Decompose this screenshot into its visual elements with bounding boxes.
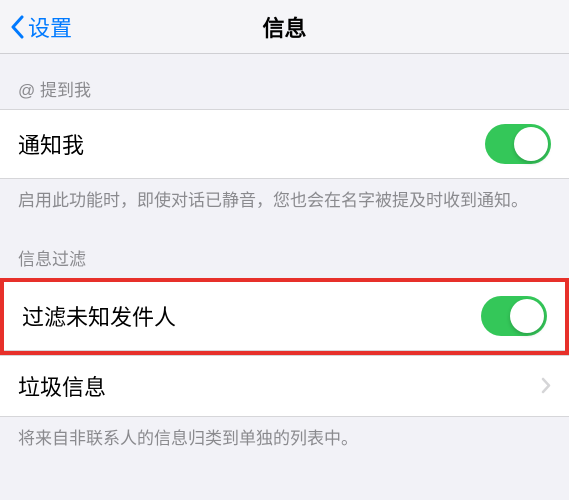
- chevron-left-icon: [10, 15, 24, 39]
- toggle-knob: [510, 299, 544, 333]
- filter-footer: 将来自非联系人的信息归类到单独的列表中。: [0, 417, 569, 451]
- back-button[interactable]: 设置: [0, 11, 72, 43]
- filter-unknown-label: 过滤未知发件人: [22, 300, 176, 332]
- notify-me-toggle[interactable]: [485, 124, 551, 164]
- filter-section-group: 过滤未知发件人 垃圾信息: [0, 278, 569, 417]
- junk-label: 垃圾信息: [18, 370, 106, 402]
- junk-row[interactable]: 垃圾信息: [0, 355, 569, 417]
- notify-me-row: 通知我: [0, 109, 569, 179]
- back-label: 设置: [28, 11, 72, 43]
- highlight-box: 过滤未知发件人: [0, 278, 569, 355]
- mentions-footer: 启用此功能时，即使对话已静音，您也会在名字被提及时收到通知。: [0, 179, 569, 213]
- chevron-right-icon: [541, 377, 551, 394]
- filter-unknown-toggle[interactable]: [481, 296, 547, 336]
- section-header-filter: 信息过滤: [0, 213, 569, 278]
- navbar: 设置 信息: [0, 0, 569, 54]
- filter-unknown-row: 过滤未知发件人: [4, 282, 565, 351]
- toggle-knob: [514, 127, 548, 161]
- page-title: 信息: [262, 11, 306, 43]
- section-header-mentions: @ 提到我: [0, 54, 569, 109]
- notify-me-label: 通知我: [18, 128, 84, 160]
